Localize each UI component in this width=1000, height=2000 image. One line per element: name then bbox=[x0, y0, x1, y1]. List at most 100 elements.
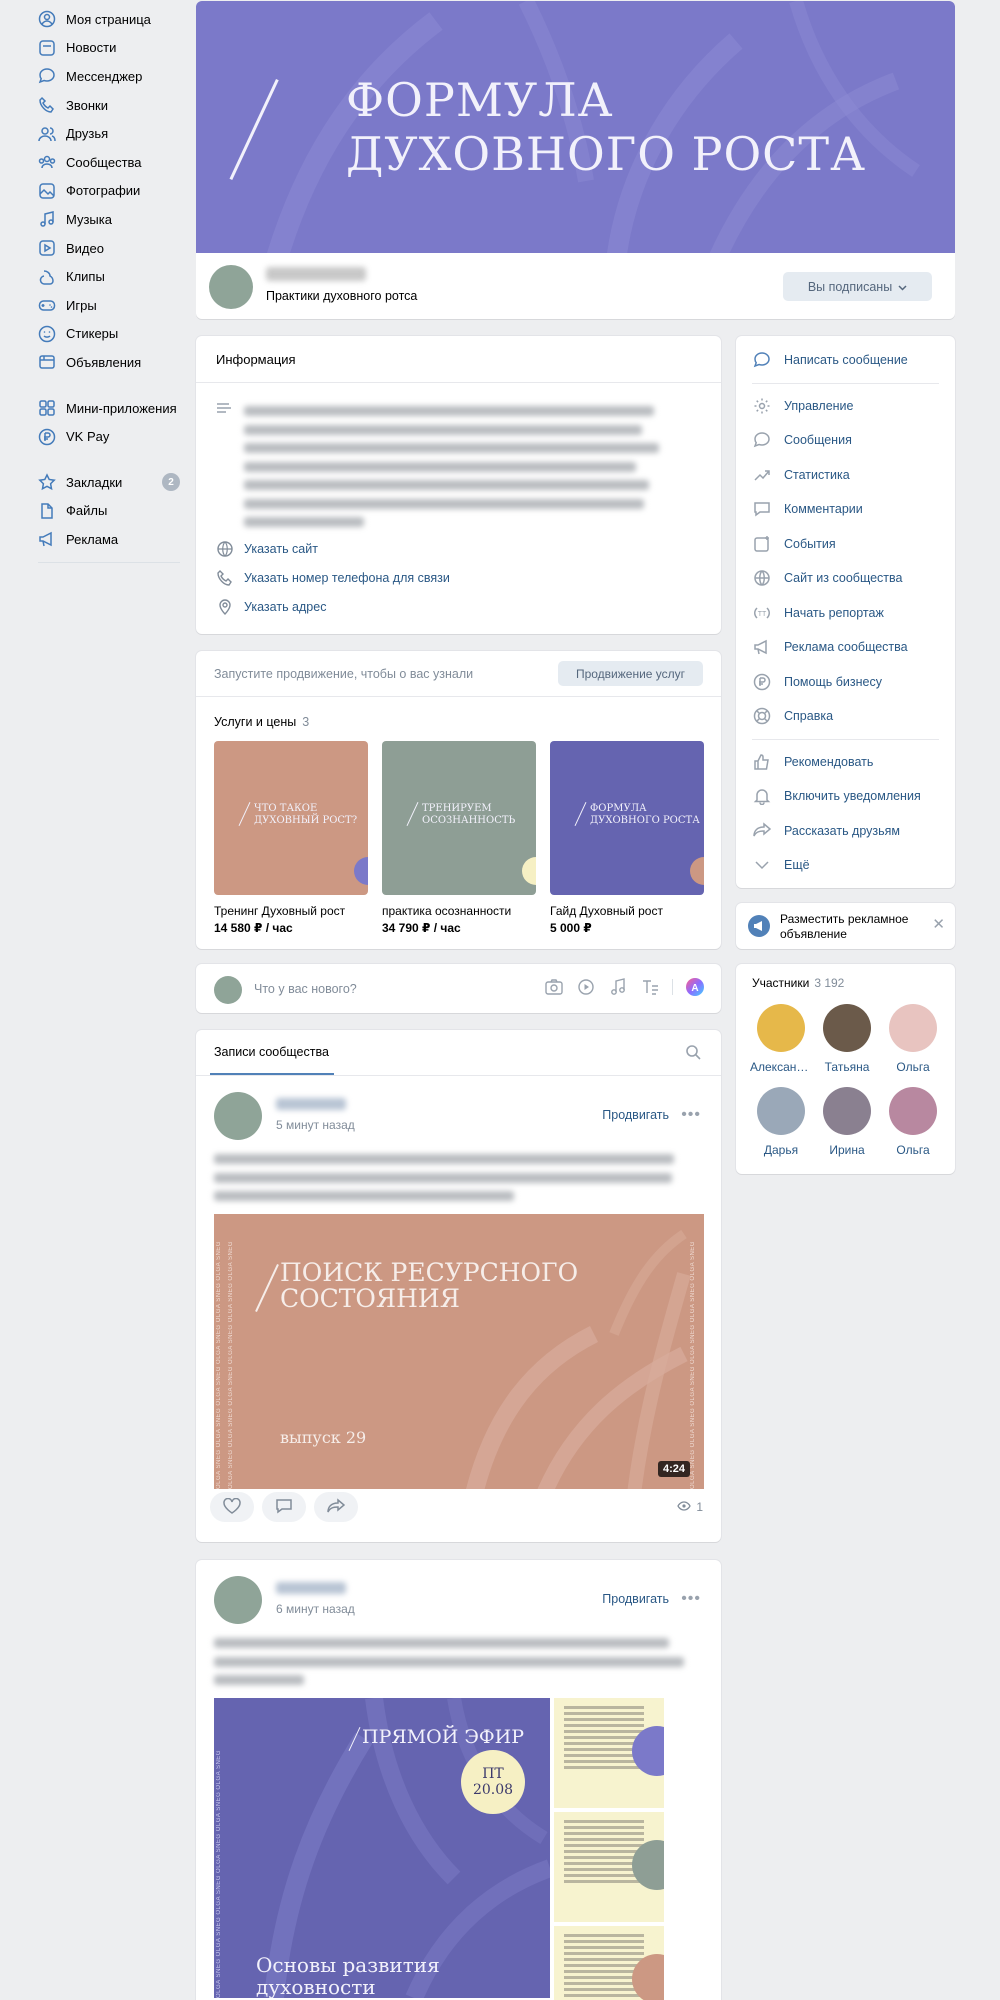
stats-icon bbox=[752, 465, 772, 485]
sidebar-item-label: Друзья bbox=[66, 126, 109, 142]
promote-services-button[interactable]: Продвижение услуг bbox=[558, 661, 703, 686]
menu-item[interactable]: Статистика bbox=[736, 458, 955, 493]
promote-post-button[interactable]: Продвигать bbox=[602, 1108, 669, 1122]
promote-post-button[interactable]: Продвигать bbox=[602, 1592, 669, 1606]
help-icon bbox=[752, 706, 772, 726]
message-icon bbox=[752, 350, 772, 370]
member[interactable]: Ирина bbox=[816, 1087, 878, 1157]
article-icon[interactable] bbox=[640, 977, 660, 997]
menu-item[interactable]: Реклама сообщества bbox=[736, 630, 955, 665]
subscribed-button[interactable]: Вы подписаны bbox=[783, 272, 932, 301]
post-thumbnail[interactable] bbox=[554, 1812, 664, 1922]
sidebar-item[interactable]: Музыка bbox=[38, 205, 180, 234]
games-icon bbox=[38, 296, 56, 314]
sidebar-item[interactable]: Сообщества bbox=[38, 148, 180, 177]
service-price: 14 580 ₽ / час bbox=[214, 921, 293, 935]
sidebar-item[interactable]: Моя страница bbox=[38, 5, 180, 34]
sidebar-item[interactable]: Фотографии bbox=[38, 177, 180, 206]
sidebar-item[interactable]: Мини-приложения bbox=[38, 394, 180, 423]
sidebar-item[interactable]: Объявления bbox=[38, 348, 180, 377]
ai-assistant-icon[interactable]: A bbox=[685, 977, 705, 997]
video-icon[interactable] bbox=[576, 977, 596, 997]
live-subtitle: Основы развития духовности bbox=[256, 1954, 440, 1998]
close-icon[interactable]: ✕ bbox=[932, 915, 945, 933]
sidebar-item-label: Реклама bbox=[66, 531, 119, 547]
sidebar-item[interactable]: Новости bbox=[38, 34, 180, 63]
more-icon[interactable]: ••• bbox=[681, 1106, 701, 1124]
menu-item[interactable]: Управление bbox=[736, 389, 955, 424]
set-address-label: Указать адрес bbox=[244, 600, 327, 614]
menu-item[interactable]: Сообщения bbox=[736, 423, 955, 458]
menu-item[interactable]: Справка bbox=[736, 699, 955, 734]
menu-item[interactable]: События bbox=[736, 527, 955, 562]
services-count: 3 bbox=[302, 715, 310, 729]
post-time[interactable]: 5 минут назад bbox=[276, 1118, 355, 1132]
sidebar-item[interactable]: Звонки bbox=[38, 91, 180, 120]
sidebar-item[interactable]: Закладки 2 bbox=[38, 468, 180, 497]
service-image-text: ЧТО ТАКОЕ ДУХОВНЫЙ РОСТ? bbox=[254, 803, 358, 826]
set-website-label: Указать сайт bbox=[244, 542, 318, 556]
menu-item[interactable]: Ещё bbox=[736, 848, 955, 883]
sidebar-item[interactable]: Клипы bbox=[38, 262, 180, 291]
menu-item-label: Сайт из сообщества bbox=[784, 571, 903, 586]
service-image-text: ФОРМУЛА ДУХОВНОГО РОСТА bbox=[590, 803, 700, 826]
sidebar-item[interactable]: Видео bbox=[38, 234, 180, 263]
community-avatar[interactable] bbox=[209, 265, 253, 309]
members-title[interactable]: Участники 3 192 bbox=[752, 976, 844, 990]
menu-item[interactable]: Комментарии bbox=[736, 492, 955, 527]
post-avatar[interactable] bbox=[214, 1092, 262, 1140]
menu-item[interactable]: Сайт из сообщества bbox=[736, 561, 955, 596]
post-image-live-stream[interactable]: OLGA SNEG OLGA SNEG OLGA SNEG OLGA SNEG … bbox=[214, 1698, 550, 1998]
create-ad-card[interactable]: Разместить рекламное объявление ✕ bbox=[736, 903, 955, 949]
set-address-link[interactable]: Указать адрес bbox=[216, 598, 326, 616]
members-title-label: Участники bbox=[752, 976, 810, 990]
like-button[interactable] bbox=[210, 1492, 254, 1522]
sidebar-item[interactable]: VK Pay bbox=[38, 422, 180, 451]
service-item[interactable]: ТРЕНИРУЕМ ОСОЗНАННОСТЬ практика осознанно… bbox=[382, 741, 536, 935]
member-avatar bbox=[823, 1004, 871, 1052]
sidebar-item[interactable]: Игры bbox=[38, 291, 180, 320]
menu-item[interactable]: Написать сообщение bbox=[736, 343, 955, 378]
post-thumbnail[interactable] bbox=[554, 1926, 664, 2000]
music-icon[interactable] bbox=[608, 977, 628, 997]
search-icon[interactable] bbox=[685, 1044, 703, 1062]
menu-item[interactable]: Рассказать друзьям bbox=[736, 814, 955, 849]
member[interactable]: Александ… bbox=[750, 1004, 812, 1074]
member[interactable]: Ольга bbox=[882, 1087, 944, 1157]
composer-input[interactable]: Что у вас нового? bbox=[254, 982, 357, 996]
set-phone-link[interactable]: Указать номер телефона для связи bbox=[216, 569, 450, 587]
comment-button[interactable] bbox=[262, 1492, 306, 1522]
member[interactable]: Ольга bbox=[882, 1004, 944, 1074]
divider bbox=[196, 696, 721, 697]
sidebar-item[interactable]: Мессенджер bbox=[38, 62, 180, 91]
share-button[interactable] bbox=[314, 1492, 358, 1522]
service-item[interactable]: ЧТО ТАКОЕ ДУХОВНЫЙ РОСТ? Тренинг Духовный… bbox=[214, 741, 368, 935]
menu-item[interactable]: Включить уведомления bbox=[736, 779, 955, 814]
more-icon[interactable]: ••• bbox=[681, 1590, 701, 1608]
menu-item[interactable]: Помощь бизнесу bbox=[736, 665, 955, 700]
post-avatar[interactable] bbox=[214, 1576, 262, 1624]
sidebar-item[interactable]: Реклама bbox=[38, 525, 180, 554]
member[interactable]: Дарья bbox=[750, 1087, 812, 1157]
sidebar-item[interactable]: Стикеры bbox=[38, 320, 180, 349]
camera-icon[interactable] bbox=[544, 977, 564, 997]
post-thumbnail[interactable] bbox=[554, 1698, 664, 1808]
service-image-slash bbox=[574, 802, 587, 826]
sidebar-item-label: Звонки bbox=[66, 97, 108, 113]
menu-item-label: Начать репортаж bbox=[784, 605, 884, 620]
post-time[interactable]: 6 минут назад bbox=[276, 1602, 355, 1616]
member-avatar bbox=[757, 1087, 805, 1135]
member[interactable]: Татьяна bbox=[816, 1004, 878, 1074]
set-website-link[interactable]: Указать сайт bbox=[216, 540, 318, 558]
menu-item-label: Помощь бизнесу bbox=[784, 674, 882, 689]
sidebar-item-label: Игры bbox=[66, 297, 97, 313]
post-video[interactable]: OLGA SNEG OLGA SNEG OLGA SNEG OLGA SNEG … bbox=[214, 1214, 704, 1489]
service-item[interactable]: ФОРМУЛА ДУХОВНОГО РОСТА Гайд Духовный рос… bbox=[550, 741, 704, 935]
sidebar-item[interactable]: Файлы bbox=[38, 497, 180, 526]
community-name-blurred bbox=[266, 267, 366, 281]
menu-item[interactable]: Рекомендовать bbox=[736, 745, 955, 780]
menu-item[interactable]: ТТ Начать репортаж bbox=[736, 596, 955, 631]
tab-community-posts[interactable]: Записи сообщества bbox=[214, 1045, 329, 1059]
sidebar-item[interactable]: Друзья bbox=[38, 119, 180, 148]
